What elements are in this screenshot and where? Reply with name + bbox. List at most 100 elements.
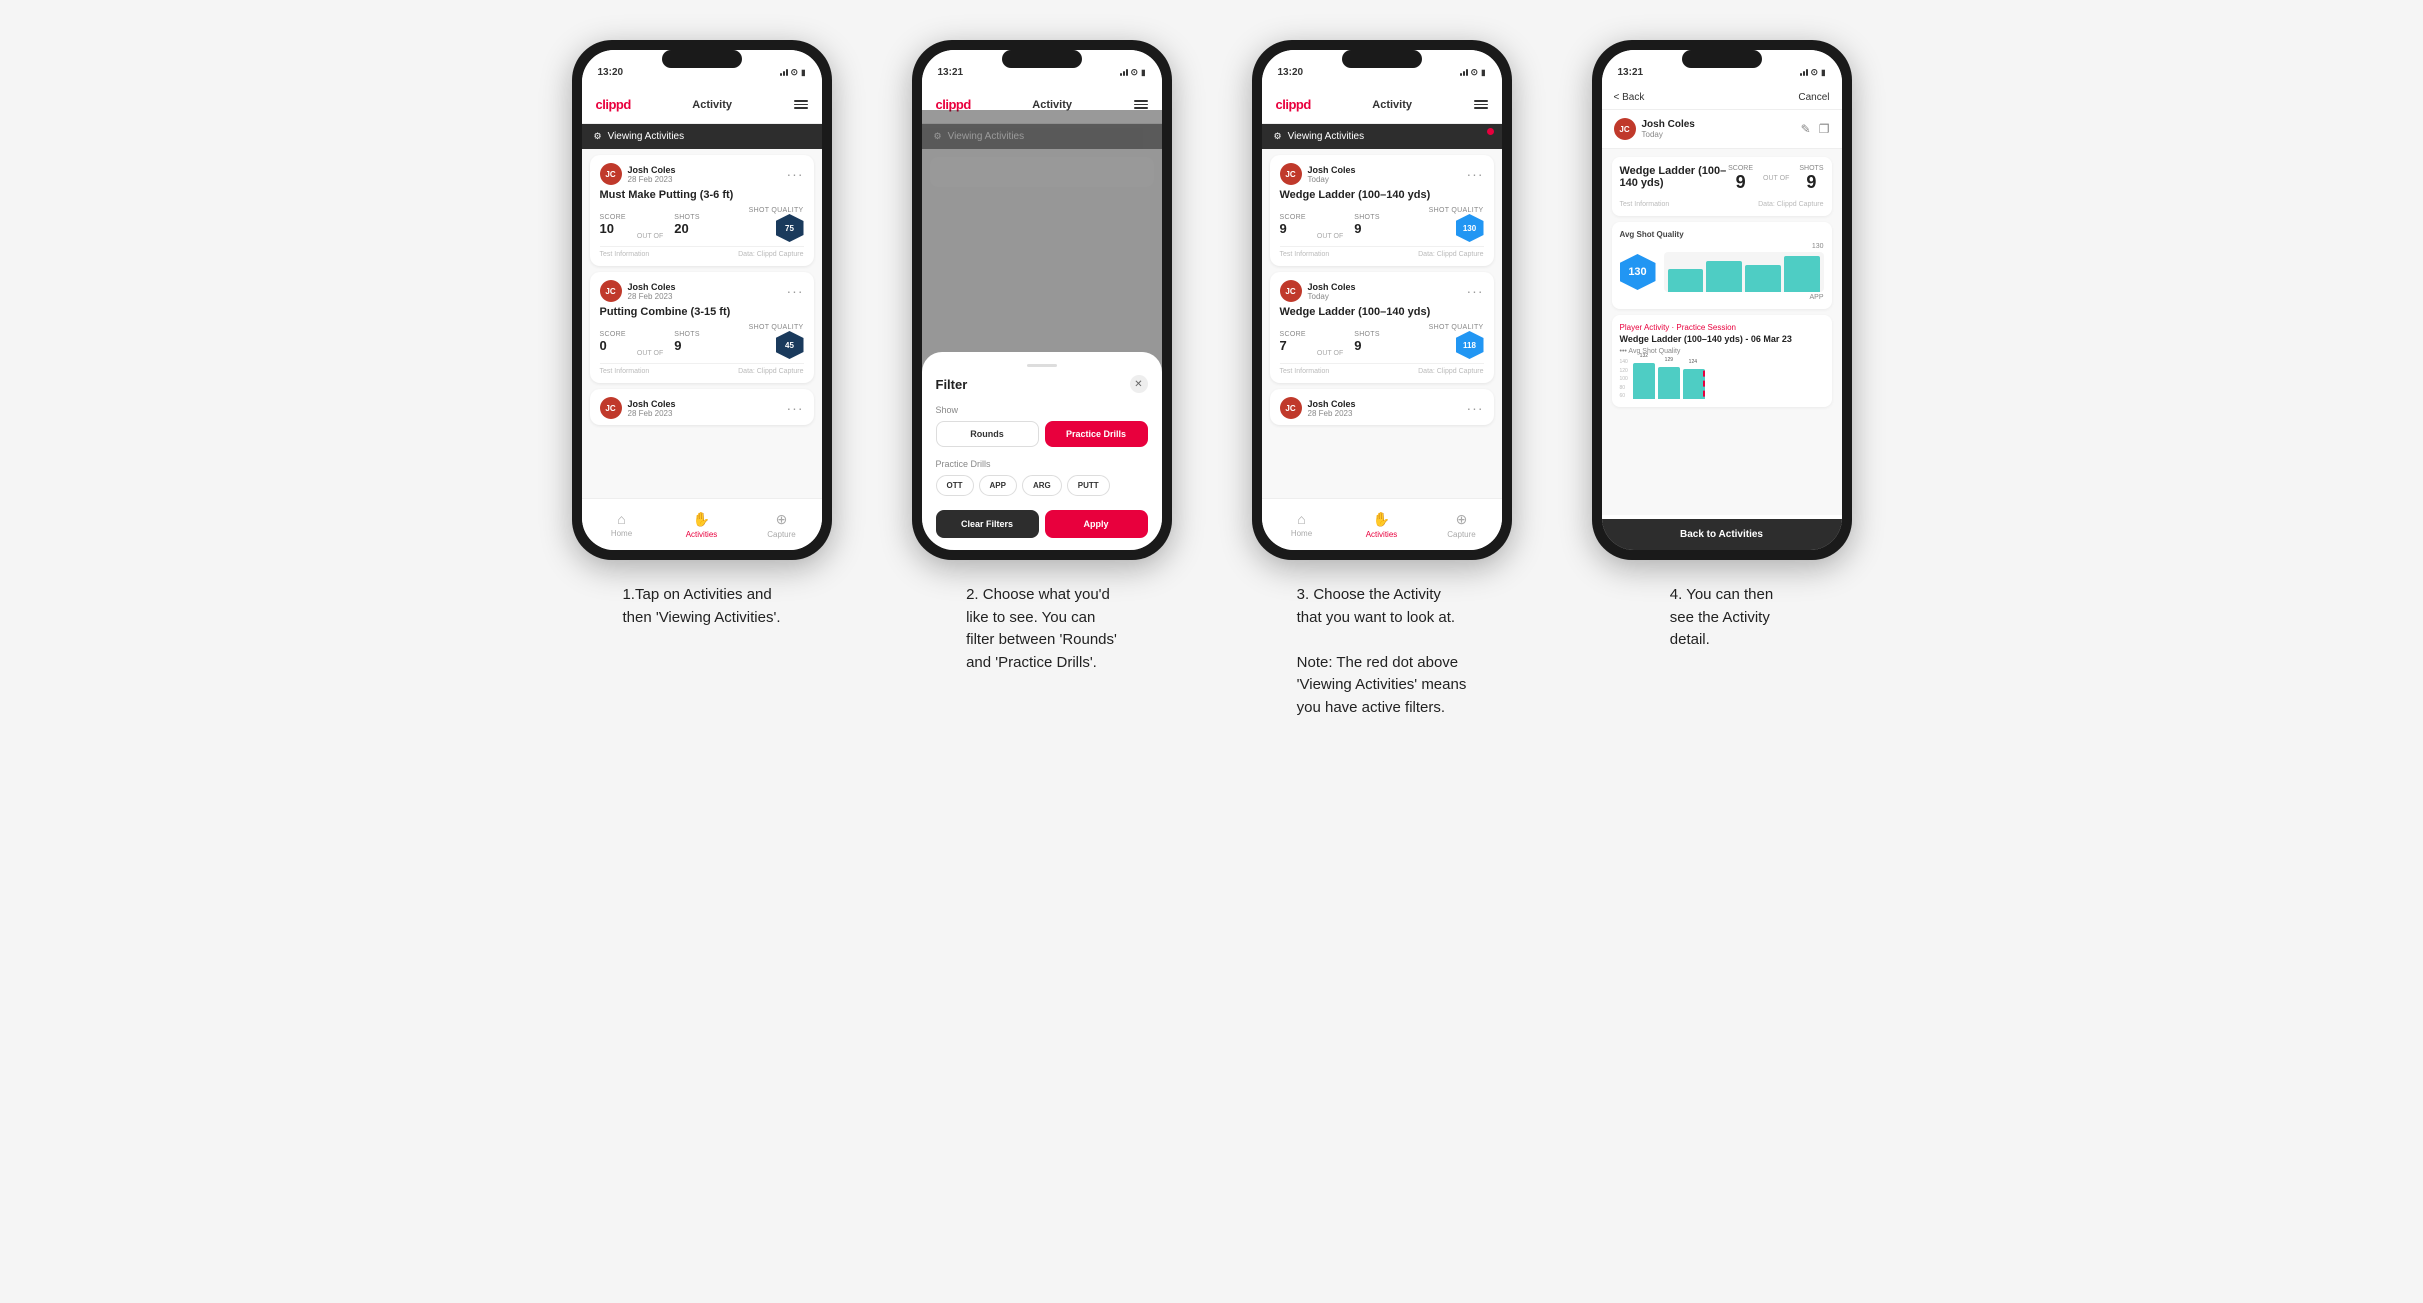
status-time-4: 13:21	[1618, 67, 1644, 78]
card-title-1-1: Must Make Putting (3-6 ft)	[600, 189, 804, 201]
shots-group-3-1: Shots 9	[1354, 214, 1380, 236]
phone-4: 13:21 ⊙ ▮ < Back Cancel	[1592, 40, 1852, 560]
footer-right-3-1: Data: Clippd Capture	[1418, 251, 1483, 258]
home-label-1: Home	[611, 529, 632, 538]
stats-row-3-1: Score 9 OUT OF Shots 9 Shot Quality	[1280, 207, 1484, 242]
practice-drills-toggle-button[interactable]: Practice Drills	[1045, 421, 1148, 447]
detail-data-source: Data: Clippd Capture	[1758, 201, 1823, 208]
activity-card-1-2[interactable]: JC Josh Coles 28 Feb 2023 ··· Putting Co…	[590, 272, 814, 383]
avatar-1-3: JC	[600, 397, 622, 419]
more-options-1-2[interactable]: ···	[787, 283, 804, 299]
session-subtitle: ••• Avg Shot Quality	[1620, 348, 1824, 355]
shots-label-1-2: Shots	[674, 331, 700, 338]
phone-2: 13:21 ⊙ ▮ clippd Activity	[912, 40, 1172, 560]
chip-ott[interactable]: OTT	[936, 475, 974, 496]
more-options-1-3[interactable]: ···	[787, 400, 804, 416]
user-name-1-3: Josh Coles	[628, 399, 676, 409]
capture-icon-1: ⊕	[776, 511, 788, 528]
filter-actions: Clear Filters Apply	[936, 510, 1148, 538]
fullscreen-icon[interactable]: ❐	[1819, 122, 1830, 136]
quality-group-1-1: Shot Quality	[749, 207, 804, 214]
phone-column-4: 13:21 ⊙ ▮ < Back Cancel	[1572, 40, 1872, 652]
footer-right-1-2: Data: Clippd Capture	[738, 368, 803, 375]
phone-1: 13:20 ⊙ ▮ clippd Activity	[572, 40, 832, 560]
activity-card-3-2[interactable]: JC Josh Coles Today ··· Wedge Ladder (10…	[1270, 272, 1494, 383]
card-header-3-1: JC Josh Coles Today ···	[1280, 163, 1484, 185]
more-options-1-1[interactable]: ···	[787, 166, 804, 182]
status-time-3: 13:20	[1278, 67, 1304, 78]
mini-bar-3: 124	[1683, 369, 1705, 399]
quality-label-1-1: Shot Quality	[749, 207, 804, 214]
activity-header-3[interactable]: ⚙ Viewing Activities	[1262, 124, 1502, 149]
detail-user-info: JC Josh Coles Today	[1614, 118, 1695, 140]
apply-button[interactable]: Apply	[1045, 510, 1148, 538]
activity-header-1[interactable]: ⚙ Viewing Activities	[582, 124, 822, 149]
detail-drill-title: Wedge Ladder (100–140 yds)	[1620, 165, 1729, 189]
out-of-1-1: OUT OF	[637, 233, 663, 242]
wifi-icon-4: ⊙	[1811, 67, 1819, 78]
footer-left-3-1: Test Information	[1280, 251, 1330, 258]
filter-show-label: Show	[936, 405, 1148, 415]
user-info-3-1: JC Josh Coles Today	[1280, 163, 1356, 185]
hamburger-menu-3[interactable]	[1474, 100, 1488, 109]
nav-capture-3[interactable]: ⊕ Capture	[1422, 511, 1502, 539]
detail-user-date: Today	[1642, 130, 1695, 139]
shots-label-3-2: Shots	[1354, 331, 1380, 338]
notch-2	[1002, 50, 1082, 68]
session-header-prefix: Player Activity ·	[1620, 323, 1677, 332]
out-of-1-2: OUT OF	[637, 350, 663, 359]
activity-card-1-1[interactable]: JC Josh Coles 28 Feb 2023 ··· Must Make …	[590, 155, 814, 266]
hamburger-menu-2[interactable]	[1134, 100, 1148, 109]
close-filter-button[interactable]: ✕	[1130, 375, 1148, 393]
nav-home-1[interactable]: ⌂ Home	[582, 511, 662, 538]
more-options-3-2[interactable]: ···	[1467, 283, 1484, 299]
phone-1-inner: 13:20 ⊙ ▮ clippd Activity	[582, 50, 822, 550]
card-title-1-2: Putting Combine (3-15 ft)	[600, 306, 804, 318]
detail-content: Wedge Ladder (100–140 yds) Score 9 OUT O…	[1602, 149, 1842, 515]
chip-arg[interactable]: ARG	[1022, 475, 1062, 496]
activities-icon-3: ✋	[1373, 511, 1390, 528]
bottom-nav-1: ⌂ Home ✋ Activities ⊕ Capture	[582, 498, 822, 550]
chip-putt[interactable]: PUTT	[1067, 475, 1110, 496]
chart-bar-1	[1668, 269, 1704, 292]
score-label-3-2: Score	[1280, 331, 1306, 338]
quality-group-1-2: Shot Quality	[749, 324, 804, 331]
detail-score-value: 9	[1728, 172, 1753, 193]
footer-right-1-1: Data: Clippd Capture	[738, 251, 803, 258]
battery-icon-3: ▮	[1481, 68, 1485, 77]
more-options-3-3[interactable]: ···	[1467, 400, 1484, 416]
activity-card-3-3[interactable]: JC Josh Coles 28 Feb 2023 ···	[1270, 389, 1494, 425]
stats-row-1-2: Score 0 OUT OF Shots 9 Shot Quality	[600, 324, 804, 359]
chip-app[interactable]: APP	[979, 475, 1017, 496]
nav-activities-3[interactable]: ✋ Activities	[1342, 511, 1422, 539]
user-info-3-3: JC Josh Coles 28 Feb 2023	[1280, 397, 1356, 419]
more-options-3-1[interactable]: ···	[1467, 166, 1484, 182]
chart-hex-value: 130	[1620, 254, 1656, 290]
rounds-toggle-button[interactable]: Rounds	[936, 421, 1039, 447]
card-footer-1-2: Test Information Data: Clippd Capture	[600, 363, 804, 375]
edit-icon[interactable]: ✎	[1801, 122, 1811, 136]
shots-label-3-1: Shots	[1354, 214, 1380, 221]
notch-1	[662, 50, 742, 68]
back-button[interactable]: < Back	[1614, 92, 1645, 103]
hamburger-menu-1[interactable]	[794, 100, 808, 109]
detail-shots-value: 9	[1799, 172, 1823, 193]
nav-home-3[interactable]: ⌂ Home	[1262, 511, 1342, 538]
score-value-1-1: 10	[600, 221, 626, 236]
bottom-nav-3: ⌂ Home ✋ Activities ⊕ Capture	[1262, 498, 1502, 550]
activities-icon-1: ✋	[693, 511, 710, 528]
chart-hex-area: 130 130	[1620, 243, 1824, 301]
detail-footer-info: Test Information Data: Clippd Capture	[1620, 201, 1824, 208]
clear-filters-button[interactable]: Clear Filters	[936, 510, 1039, 538]
filter-toggle-row: Rounds Practice Drills	[936, 421, 1148, 447]
nav-activities-1[interactable]: ✋ Activities	[662, 511, 742, 539]
activity-card-1-3[interactable]: JC Josh Coles 28 Feb 2023 ···	[590, 389, 814, 425]
phone-column-1: 13:20 ⊙ ▮ clippd Activity	[552, 40, 852, 629]
activity-card-3-1[interactable]: JC Josh Coles Today ··· Wedge Ladder (10…	[1270, 155, 1494, 266]
battery-icon-4: ▮	[1821, 68, 1825, 77]
nav-title-3: Activity	[1372, 99, 1412, 111]
nav-capture-1[interactable]: ⊕ Capture	[742, 511, 822, 539]
user-name-3-2: Josh Coles	[1308, 282, 1356, 292]
cancel-button[interactable]: Cancel	[1798, 92, 1829, 103]
back-activities-button[interactable]: Back to Activities	[1602, 519, 1842, 550]
